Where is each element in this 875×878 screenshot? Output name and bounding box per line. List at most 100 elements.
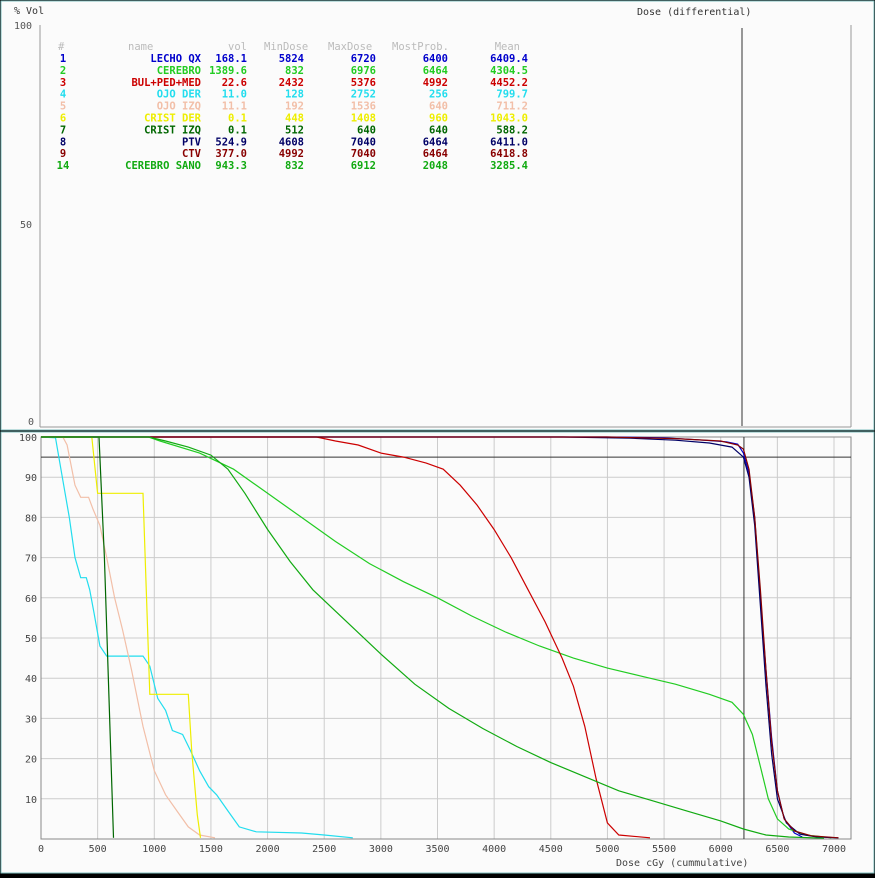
x-tick-label: 2500 — [312, 844, 336, 855]
y-tick-label: 70 — [25, 554, 37, 565]
table-cell-vol: 524.9 — [215, 136, 247, 148]
table-cell-num: 1 — [60, 53, 66, 65]
table-cell-name: CEREBRO — [157, 65, 201, 77]
y-tick-label: 40 — [25, 674, 37, 685]
table-cell-num: 2 — [60, 65, 66, 77]
table-header: vol — [228, 41, 247, 53]
y-tick-label: 100 — [19, 433, 37, 444]
table-cell-max: 6720 — [351, 53, 376, 65]
table-cell-num: 8 — [60, 136, 66, 148]
x-tick-label: 2000 — [256, 844, 280, 855]
top-ytick-0: 0 — [28, 417, 34, 428]
table-cell-num: 6 — [60, 113, 66, 125]
table-header: # — [58, 41, 65, 53]
top-ylabel: % Vol — [14, 6, 44, 17]
table-header: name — [128, 41, 153, 53]
x-tick-label: 6000 — [709, 844, 733, 855]
table-cell-min: 448 — [285, 113, 304, 125]
table-cell-vol: 0.1 — [228, 113, 247, 125]
table-cell-mean: 6418.8 — [490, 148, 528, 160]
table-header: MostProb. — [392, 41, 449, 53]
x-tick-label: 1000 — [142, 844, 166, 855]
table-cell-name: CRIST DER — [144, 113, 202, 125]
table-cell-prob: 2048 — [423, 160, 448, 172]
table-cell-max: 6976 — [351, 65, 376, 77]
table-cell-mean: 6409.4 — [490, 53, 528, 65]
y-tick-label: 90 — [25, 473, 37, 484]
x-tick-label: 4500 — [539, 844, 563, 855]
table-cell-prob: 6464 — [423, 65, 448, 77]
dvh-canvas: % Vol Dose (differential) 100 50 0 # name… — [0, 0, 875, 874]
table-cell-name: CEREBRO SANO — [125, 160, 201, 172]
table-cell-prob: 4992 — [423, 77, 448, 89]
table-cell-mean: 4452.2 — [490, 77, 528, 89]
table-cell-min: 192 — [285, 101, 304, 113]
table-cell-vol: 377.0 — [215, 148, 247, 160]
y-tick-label: 50 — [25, 634, 37, 645]
table-cell-min: 512 — [285, 124, 304, 136]
y-tick-label: 80 — [25, 513, 37, 524]
table-cell-name: CTV — [182, 148, 202, 160]
table-cell-name: PTV — [182, 136, 202, 148]
table-cell-max: 7040 — [351, 148, 376, 160]
table-cell-name: CRIST IZQ — [144, 124, 201, 136]
table-cell-name: OJO IZQ — [157, 101, 201, 113]
table-cell-num: 9 — [60, 148, 66, 160]
table-cell-mean: 4304.5 — [490, 65, 528, 77]
table-cell-name: LECHO QX — [150, 53, 201, 65]
table-header: Mean — [495, 41, 520, 53]
table-cell-num: 7 — [60, 124, 66, 136]
x-tick-label: 5500 — [652, 844, 676, 855]
table-cell-mean: 588.2 — [496, 124, 528, 136]
x-tick-label: 0 — [38, 844, 44, 855]
table-cell-min: 832 — [285, 65, 304, 77]
table-cell-name: OJO DER — [157, 89, 202, 101]
dvh-viewer: % Vol Dose (differential) 100 50 0 # name… — [0, 0, 875, 874]
table-cell-min: 4608 — [279, 136, 304, 148]
table-cell-min: 4992 — [279, 148, 304, 160]
table-cell-mean: 6411.0 — [490, 136, 528, 148]
x-tick-label: 3000 — [369, 844, 393, 855]
table-cell-prob: 640 — [429, 124, 448, 136]
table-cell-vol: 168.1 — [215, 53, 247, 65]
table-cell-num: 3 — [60, 77, 66, 89]
x-tick-label: 3500 — [425, 844, 449, 855]
top-title: Dose (differential) — [637, 7, 751, 18]
top-ytick-100: 100 — [14, 21, 32, 32]
table-cell-mean: 1043.0 — [490, 113, 528, 125]
table-cell-vol: 11.1 — [222, 101, 247, 113]
table-cell-prob: 6400 — [423, 53, 448, 65]
table-cell-prob: 640 — [429, 101, 448, 113]
x-tick-label: 6500 — [765, 844, 789, 855]
table-cell-min: 128 — [285, 89, 304, 101]
table-cell-max: 6912 — [351, 160, 376, 172]
table-cell-num: 5 — [60, 101, 66, 113]
table-cell-prob: 6464 — [423, 136, 448, 148]
table-cell-num: 4 — [60, 89, 66, 101]
x-axis-label: Dose cGy (cummulative) — [616, 858, 748, 869]
table-cell-min: 5824 — [279, 53, 304, 65]
y-tick-label: 30 — [25, 714, 37, 725]
top-ytick-50: 50 — [20, 220, 32, 231]
x-tick-label: 1500 — [199, 844, 223, 855]
y-tick-label: 20 — [25, 755, 37, 766]
table-cell-max: 1536 — [351, 101, 376, 113]
table-cell-mean: 711.2 — [496, 101, 528, 113]
table-cell-num: 14 — [57, 160, 70, 172]
table-cell-mean: 799.7 — [496, 89, 528, 101]
y-tick-label: 60 — [25, 594, 37, 605]
x-tick-label: 7000 — [822, 844, 846, 855]
x-tick-label: 500 — [89, 844, 107, 855]
table-cell-vol: 0.1 — [228, 124, 247, 136]
table-cell-max: 640 — [357, 124, 376, 136]
table-cell-min: 832 — [285, 160, 304, 172]
table-cell-vol: 943.3 — [215, 160, 247, 172]
x-tick-label: 4000 — [482, 844, 506, 855]
table-cell-max: 7040 — [351, 136, 376, 148]
table-cell-max: 2752 — [351, 89, 376, 101]
table-cell-prob: 256 — [429, 89, 448, 101]
table-cell-prob: 960 — [429, 113, 448, 125]
x-tick-label: 5000 — [595, 844, 619, 855]
table-cell-vol: 1389.6 — [209, 65, 247, 77]
table-cell-mean: 3285.4 — [490, 160, 528, 172]
